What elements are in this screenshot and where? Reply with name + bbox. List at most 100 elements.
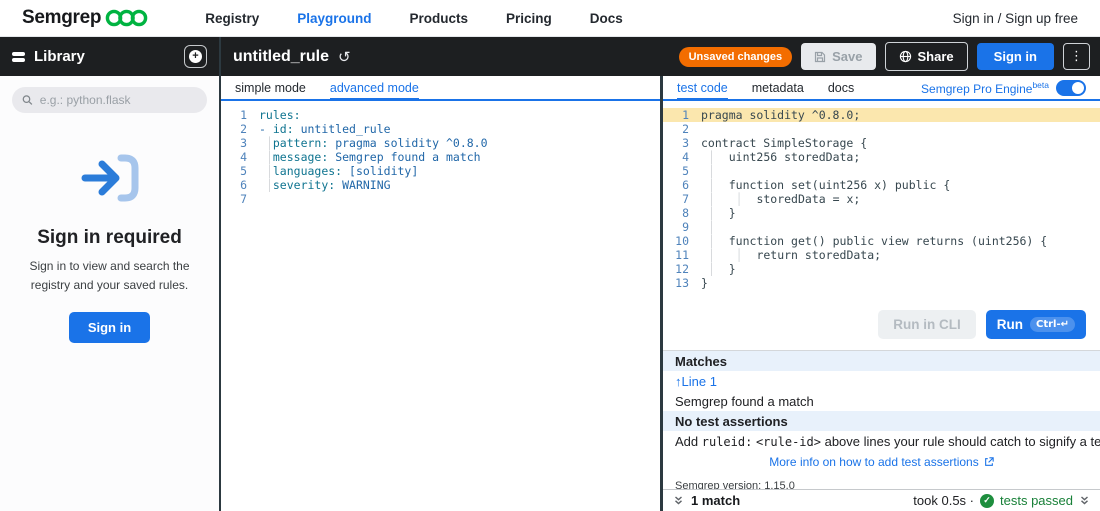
line-number: 5 xyxy=(682,164,689,178)
code-text: │ } xyxy=(707,262,736,276)
code-text: │ function get() public view returns (ui… xyxy=(707,234,1048,248)
matches-heading: Matches xyxy=(663,351,1100,371)
test-code-editor[interactable]: 1 pragma solidity ^0.8.0; 2 3 contract Simpl… xyxy=(663,101,1100,307)
line-number: 3 xyxy=(240,136,247,150)
code-text: │ xyxy=(707,220,715,234)
code-text: pragma solidity ^0.8.0; xyxy=(701,108,861,122)
line-number: 2 xyxy=(240,122,247,136)
semgrep-logo[interactable]: Semgrep xyxy=(22,7,151,29)
line-number: 6 xyxy=(240,178,247,192)
line-number: 13 xyxy=(675,276,689,290)
code-line: 8 │ } xyxy=(663,206,1100,220)
code-line: 13} xyxy=(663,276,1100,290)
line-number: 7 xyxy=(240,192,247,206)
run-shortcut-badge: Ctrl-↵ xyxy=(1029,317,1075,332)
code-text: contract SimpleStorage { xyxy=(701,136,868,150)
line-number: 1 xyxy=(682,108,689,122)
rule-editor[interactable]: 1 rules: 2- id: untitled_rule 3 │pattern: p… xyxy=(221,101,660,511)
tab-metadata[interactable]: metadata xyxy=(752,76,804,101)
code-text: │ } xyxy=(707,206,736,220)
signin-required-block: Sign in required Sign in to view and sea… xyxy=(0,124,219,344)
code-line: 6 │severity: WARNING xyxy=(221,178,660,192)
nav-signin-link[interactable]: Sign in / Sign up free xyxy=(953,11,1078,26)
collapse-chevrons-icon[interactable] xyxy=(673,495,684,506)
code-line: 1 pragma solidity ^0.8.0; xyxy=(663,108,1100,122)
external-link-icon xyxy=(984,456,994,466)
code-line: 2 - id: untitled_rule xyxy=(221,122,660,136)
globe-icon xyxy=(899,50,911,63)
library-search-area xyxy=(0,76,219,124)
code-text: } xyxy=(701,276,708,290)
more-info-row: More info on how to add test assertions xyxy=(663,451,1100,471)
tab-advanced-mode[interactable]: advanced mode xyxy=(329,76,419,101)
signin-arrow-icon xyxy=(81,154,138,202)
line-number: 11 xyxy=(675,248,689,262)
code-line: 9 │ xyxy=(663,220,1100,234)
sidebar-signin-button[interactable]: Sign in xyxy=(68,312,151,344)
signin-required-text: Sign in to view and search the registry … xyxy=(29,259,190,292)
collapse-chevrons-icon[interactable] xyxy=(1079,495,1090,506)
signin-required-title: Sign in required xyxy=(37,227,182,248)
top-nav: Semgrep Registry Playground Products Pricin… xyxy=(0,0,1100,37)
code-text: │pattern: pragma solidity ^0.8.0 xyxy=(265,136,488,150)
rule-header: untitled_rule ↺ Unsaved changes Save Sha… xyxy=(221,37,1100,76)
share-button[interactable]: Share xyxy=(884,42,968,71)
history-icon[interactable]: ↺ xyxy=(338,48,351,66)
new-rule-button[interactable]: + xyxy=(184,45,207,68)
code-text: │ function set(uint256 x) public { xyxy=(707,178,951,192)
code-line: 4 │ uint256 storedData; xyxy=(663,150,1100,164)
library-icon xyxy=(12,51,25,62)
nav-link-docs[interactable]: Docs xyxy=(590,11,623,26)
run-in-cli-button[interactable]: Run in CLI xyxy=(878,310,976,339)
tab-docs[interactable]: docs xyxy=(828,76,854,101)
pro-engine-toggle[interactable] xyxy=(1056,79,1086,96)
header-signin-button[interactable]: Sign in xyxy=(976,43,1054,70)
line-number: 12 xyxy=(675,262,689,276)
run-button[interactable]: Run Ctrl-↵ xyxy=(985,310,1086,339)
library-search-input[interactable] xyxy=(39,93,197,107)
semgrep-rings-icon xyxy=(105,9,148,27)
code-text: rules: xyxy=(259,108,301,122)
line-number: 8 xyxy=(682,206,689,220)
nav-link-products[interactable]: Products xyxy=(410,11,469,26)
nav-link-registry[interactable]: Registry xyxy=(205,11,259,26)
run-duration: took 0.5s · xyxy=(913,493,974,508)
code-text: │ │ return storedData; xyxy=(707,248,882,262)
line-number: 6 xyxy=(682,178,689,192)
library-sidebar: Library + Sign in required Sign in to vi… xyxy=(0,37,219,511)
check-circle-icon: ✓ xyxy=(980,493,994,508)
run-actions: Run in CLI Run Ctrl-↵ xyxy=(878,310,1086,339)
test-panel-tabs: test code metadata docs Semgrep Pro Engine… xyxy=(663,76,1100,101)
nav-link-playground[interactable]: Playground xyxy=(297,11,371,26)
code-line: 5 │languages: [solidity] xyxy=(221,164,660,178)
results-status-bar: 1 match took 0.5s · ✓ tests passed xyxy=(663,489,1100,511)
sidebar-divider[interactable] xyxy=(219,37,221,511)
pro-engine-label: Semgrep Pro Enginebeta xyxy=(921,79,1049,96)
line-number: 2 xyxy=(682,122,689,136)
rule-title: untitled_rule xyxy=(233,47,330,65)
tab-test-code[interactable]: test code xyxy=(677,76,728,101)
line-number: 3 xyxy=(682,136,689,150)
library-title: Library xyxy=(34,48,85,65)
line-number: 4 xyxy=(682,150,689,164)
match-count: 1 match xyxy=(691,493,741,508)
line-number: 9 xyxy=(682,220,689,234)
results-panel: Matches ↑Line 1 Semgrep found a match No… xyxy=(663,350,1100,495)
unsaved-changes-badge: Unsaved changes xyxy=(678,46,793,67)
code-line: 4 │message: Semgrep found a match xyxy=(221,150,660,164)
save-button[interactable]: Save xyxy=(801,43,876,70)
line-number: 7 xyxy=(682,192,689,206)
tab-simple-mode[interactable]: simple mode xyxy=(235,76,306,101)
code-line: 10 │ function get() public view returns … xyxy=(663,234,1100,248)
more-options-button[interactable]: ⋮ xyxy=(1063,43,1090,70)
line-number: 1 xyxy=(240,108,247,122)
code-line: 1 rules: xyxy=(221,108,660,122)
match-line-link[interactable]: ↑Line 1 xyxy=(675,374,717,389)
kebab-icon: ⋮ xyxy=(1070,49,1083,64)
more-info-link[interactable]: More info on how to add test assertions xyxy=(769,455,994,469)
panel-divider[interactable] xyxy=(660,76,663,511)
header-actions: Unsaved changes Save Share Sign in ⋮ xyxy=(678,42,1090,71)
library-search-box[interactable] xyxy=(12,87,207,113)
plus-icon: + xyxy=(189,50,202,63)
nav-link-pricing[interactable]: Pricing xyxy=(506,11,552,26)
